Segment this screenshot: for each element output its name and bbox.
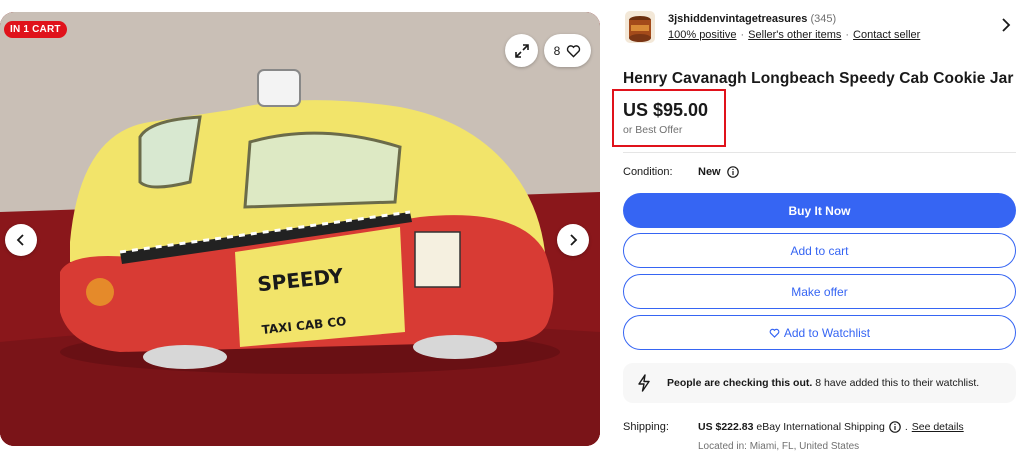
product-photo[interactable]: SPEEDY TAXI CAB CO xyxy=(0,12,600,446)
seller-card[interactable]: 3jshiddenvintagetreasures (345) 100% pos… xyxy=(625,10,1015,46)
add-to-watchlist-button[interactable]: Add to Watchlist xyxy=(623,315,1016,350)
separator: · xyxy=(740,29,745,41)
watch-count-button[interactable]: 8 xyxy=(544,34,591,67)
add-to-cart-button[interactable]: Add to cart xyxy=(623,233,1016,268)
price: US $95.00 xyxy=(623,100,709,120)
shipping-label: Shipping: xyxy=(623,421,669,433)
buy-it-now-button[interactable]: Buy It Now xyxy=(623,193,1016,228)
chevron-right-icon xyxy=(570,234,578,246)
alert-bold-text: People are checking this out. xyxy=(667,377,813,389)
heart-icon xyxy=(567,44,581,58)
heart-icon xyxy=(769,328,780,338)
seller-chevron-button[interactable] xyxy=(1001,18,1011,37)
listing-title: Henry Cavanagh Longbeach Speedy Cab Cook… xyxy=(623,70,1014,87)
expand-icon xyxy=(514,43,529,58)
condition-text: New xyxy=(698,166,721,178)
contact-seller-link[interactable]: Contact seller xyxy=(853,29,920,41)
lightning-icon xyxy=(637,374,653,392)
image-gallery: SPEEDY TAXI CAB CO IN 1 CART 8 xyxy=(0,12,600,446)
add-to-watchlist-label: Add to Watchlist xyxy=(783,325,871,340)
see-details-link[interactable]: See details xyxy=(912,421,964,433)
positive-feedback-link[interactable]: 100% positive xyxy=(668,29,737,41)
condition-label: Condition: xyxy=(623,166,673,178)
best-offer-text: or Best Offer xyxy=(623,124,683,136)
info-icon[interactable] xyxy=(726,166,739,178)
separator: . xyxy=(904,421,908,433)
divider xyxy=(623,152,1016,153)
shipping-method: eBay International Shipping xyxy=(753,421,885,433)
seller-links: 100% positive · Seller's other items · C… xyxy=(668,29,920,41)
seller-name-text[interactable]: 3jshiddenvintagetreasures xyxy=(668,13,807,25)
seller-avatar[interactable] xyxy=(625,11,655,43)
alert-text: People are checking this out. 8 have add… xyxy=(667,377,979,389)
separator: · xyxy=(845,29,850,41)
item-location: Located in: Miami, FL, United States xyxy=(698,441,860,452)
info-icon[interactable] xyxy=(889,421,901,433)
chevron-left-icon xyxy=(16,234,24,246)
condition-value: New xyxy=(698,166,739,178)
in-cart-badge: IN 1 CART xyxy=(4,21,67,38)
seller-other-items-link[interactable]: Seller's other items xyxy=(748,29,841,41)
alert-detail-text: 8 have added this to their watchlist. xyxy=(812,377,980,389)
watch-count: 8 xyxy=(553,43,561,58)
next-image-button[interactable] xyxy=(557,224,589,256)
expand-image-button[interactable] xyxy=(505,34,538,67)
make-offer-button[interactable]: Make offer xyxy=(623,274,1016,309)
previous-image-button[interactable] xyxy=(5,224,37,256)
shipping-price: US $222.83 xyxy=(698,421,754,433)
seller-feedback-count: (345) xyxy=(810,13,837,25)
seller-name[interactable]: 3jshiddenvintagetreasures (345) xyxy=(668,13,836,25)
activity-alert: People are checking this out. 8 have add… xyxy=(623,363,1016,403)
chevron-right-icon xyxy=(1002,18,1011,32)
shipping-value: US $222.83 eBay International Shipping .… xyxy=(698,421,964,433)
